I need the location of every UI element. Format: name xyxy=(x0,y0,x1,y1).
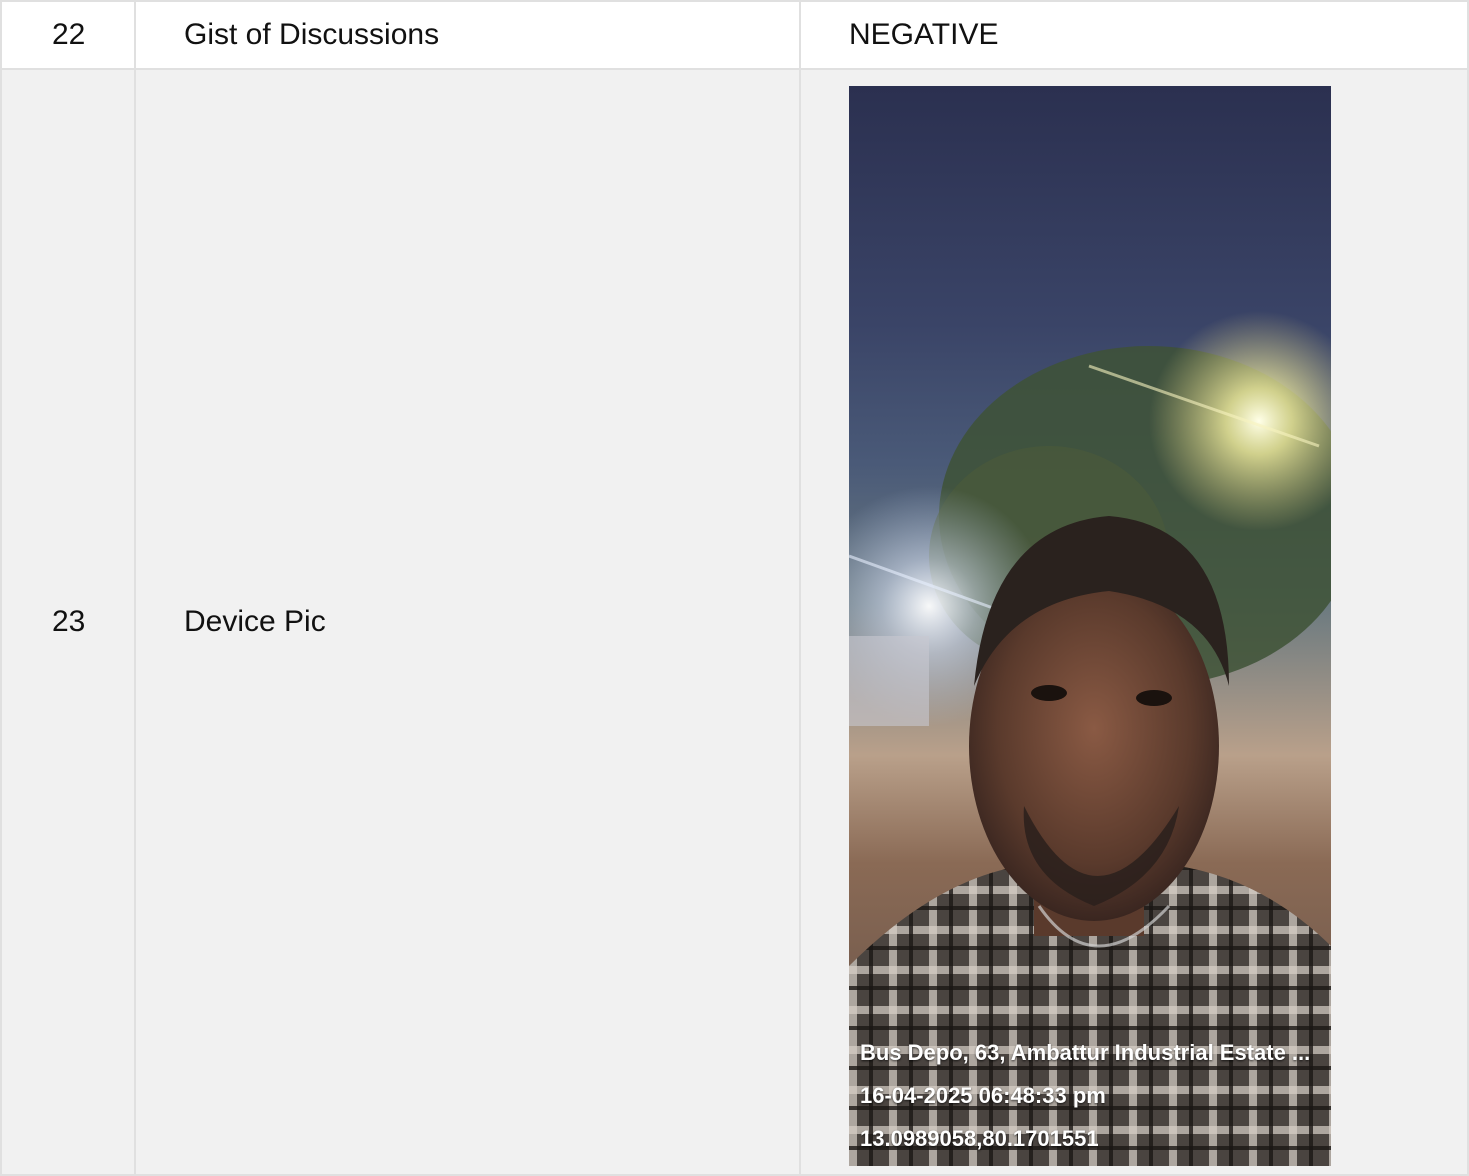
photo-coordinates-text: 13.0989058,80.1701551 xyxy=(860,1126,1099,1151)
row-label: Device Pic xyxy=(134,68,801,1176)
photo-location-text: Bus Depo, 63, Ambattur Industrial Estate… xyxy=(860,1040,1311,1065)
table-row: 23 Device Pic Bus Depo, 63, Ambattur Ind… xyxy=(0,68,1469,1176)
row-number: 23 xyxy=(0,68,136,1176)
row-value: Bus Depo, 63, Ambattur Industrial Estate… xyxy=(799,68,1469,1176)
row-label: Gist of Discussions xyxy=(134,0,801,70)
photo-watermark: Bus Depo, 63, Ambattur Industrial Estate… xyxy=(860,1031,1310,1160)
photo-image-icon xyxy=(849,311,1331,1166)
row-number: 22 xyxy=(0,0,136,70)
table-row: 22 Gist of Discussions NEGATIVE xyxy=(0,0,1469,70)
row-value: NEGATIVE xyxy=(799,0,1469,70)
photo-timestamp-text: 16-04-2025 06:48:33 pm xyxy=(860,1083,1106,1108)
device-photo[interactable]: Bus Depo, 63, Ambattur Industrial Estate… xyxy=(849,86,1331,1166)
details-table: 22 Gist of Discussions NEGATIVE 23 Devic… xyxy=(0,0,1469,1176)
